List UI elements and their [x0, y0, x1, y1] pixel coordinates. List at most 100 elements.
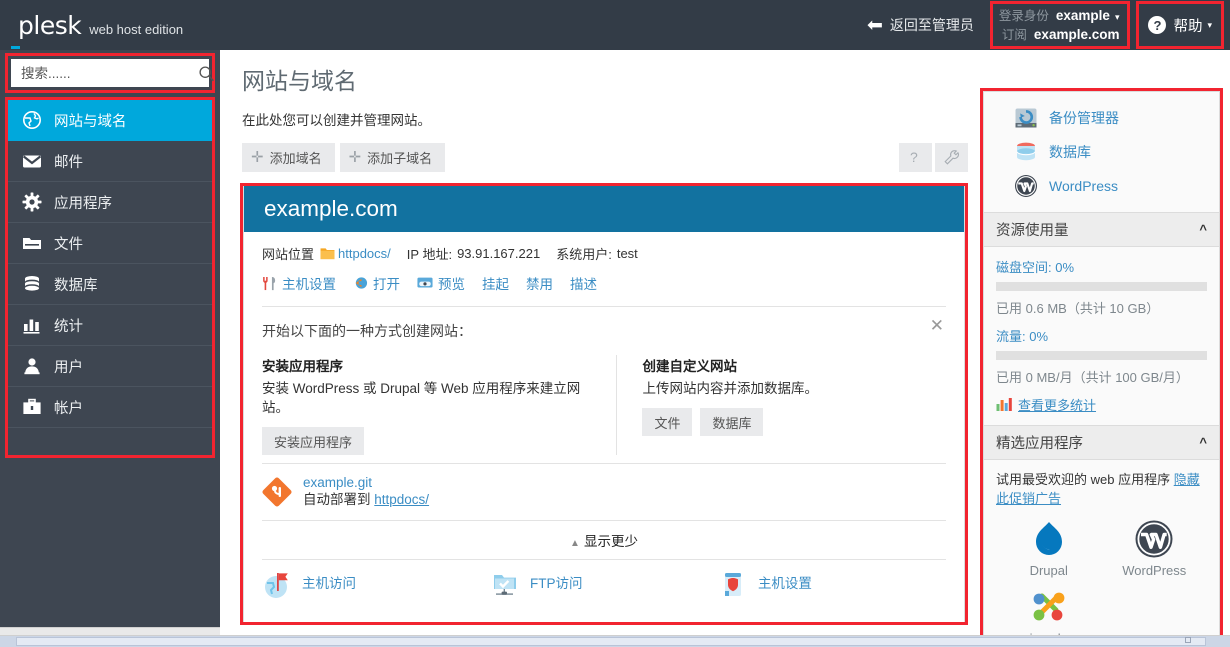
featured-app-drupal[interactable]: Drupal — [996, 518, 1102, 578]
right-sidebar: 备份管理器 数据库 WordPress 资源使用量 ^ 磁盘空间: 0% 已用 … — [983, 91, 1220, 637]
wrench-icon — [944, 150, 959, 165]
tile-hosting-settings[interactable]: 主机设置 — [718, 570, 946, 622]
sidebar-item-mail[interactable]: 邮件 — [8, 141, 212, 182]
content-toolbar: ✛ 添加域名 ✛ 添加子域名 ? — [242, 143, 968, 172]
shortcut-databases[interactable]: 数据库 — [984, 135, 1219, 169]
tile-ftp-access[interactable]: FTP访问 — [490, 570, 718, 622]
disk-space-label-row: 磁盘空间: 0% — [996, 257, 1207, 276]
svg-text:?: ? — [910, 149, 918, 165]
site-location-label: 网站位置 — [262, 247, 315, 262]
traffic-used-value: 0 MB/月（共计 100 GB/月） — [1025, 370, 1189, 385]
action-preview[interactable]: 预览 — [417, 273, 465, 293]
subscription-row[interactable]: 订阅 example.com — [999, 26, 1120, 44]
app-icon-wrap — [1102, 518, 1208, 560]
action-disable[interactable]: 禁用 — [526, 273, 553, 293]
featured-apps-grid: Drupal WordPress — [996, 518, 1207, 637]
promo-text: 试用最受欢迎的 web 应用程序 — [996, 472, 1174, 487]
domain-name[interactable]: example.com — [264, 196, 398, 222]
show-less-label: 显示更少 — [583, 534, 638, 549]
logo-text: plesk — [18, 10, 82, 40]
bar-chart-icon — [23, 319, 40, 334]
envelope-icon — [22, 155, 42, 168]
shortcut-wordpress[interactable]: WordPress — [984, 169, 1219, 203]
domain-card-header: example.com — [244, 186, 964, 232]
ip-address-value: 93.91.167.221 — [457, 246, 541, 261]
sidebar-horizontal-scrollbar[interactable] — [0, 627, 220, 635]
toolbar-settings-button[interactable] — [935, 143, 968, 172]
install-application-button[interactable]: 安装应用程序 — [262, 427, 365, 455]
install-app-text: 安装 WordPress 或 Drupal 等 Web 应用程序来建立网站。 — [262, 381, 581, 415]
logo-edition-text: web host edition — [89, 21, 184, 37]
login-label: 登录身份 — [998, 8, 1049, 23]
domain-actions-row: 主机设置 打开 预览 挂起 禁用 描述 — [262, 263, 946, 306]
sidebar-nav-filler — [8, 428, 212, 455]
chevron-up-icon[interactable]: ^ — [1199, 435, 1207, 450]
left-arrow-icon: ⬅ — [866, 14, 883, 36]
window-horizontal-scrollbar[interactable] — [0, 636, 1230, 647]
add-domain-button[interactable]: ✛ 添加域名 — [242, 143, 335, 172]
action-suspend[interactable]: 挂起 — [482, 273, 509, 293]
backup-icon — [1015, 108, 1037, 128]
install-app-title: 安装应用程序 — [262, 359, 343, 374]
sidebar-item-applications[interactable]: 应用程序 — [8, 182, 212, 223]
help-menu-button[interactable]: ? 帮助 ▾ — [1136, 1, 1224, 49]
chevron-up-icon[interactable]: ^ — [1199, 222, 1207, 237]
wordpress-icon — [1135, 520, 1173, 558]
resource-usage-header[interactable]: 资源使用量 ^ — [984, 213, 1219, 247]
left-sidebar: 网站与域名 邮件 应用程序 — [0, 50, 220, 635]
window-resize-grip[interactable] — [1185, 637, 1191, 643]
login-subscription-box[interactable]: 登录身份 example ▾ 订阅 example.com — [989, 1, 1131, 49]
question-mark-icon: ? — [1148, 16, 1167, 34]
close-icon[interactable]: ✕ — [930, 317, 944, 334]
view-more-statistics-link[interactable]: 查看更多统计 — [996, 395, 1207, 414]
show-less-toggle[interactable]: ▲ 显示更少 — [262, 521, 946, 559]
resource-usage-body: 磁盘空间: 0% 已用 0.6 MB（共计 10 GB） 流量: 0% 已用 0… — [984, 247, 1219, 425]
tools-icon — [263, 276, 276, 290]
chevron-down-icon[interactable]: ▾ — [1115, 9, 1120, 26]
top-bar: plesk web host edition ⬅ 返回至管理员 登录身份 exa… — [0, 0, 1230, 50]
sidebar-item-databases[interactable]: 数据库 — [8, 264, 212, 305]
toolbar-help-button[interactable]: ? — [899, 143, 932, 172]
search-icon[interactable] — [198, 65, 215, 82]
files-button[interactable]: 文件 — [642, 408, 693, 436]
add-subdomain-button[interactable]: ✛ 添加子域名 — [339, 143, 446, 172]
login-identity-row[interactable]: 登录身份 example ▾ — [999, 7, 1120, 26]
sidebar-item-account[interactable]: 帐户 — [8, 387, 212, 428]
domain-card-body: 网站位置 httpdocs/ IP 地址: 93.91.167.221 系统用户… — [244, 232, 964, 622]
sidebar-nav-highlight-box: 网站与域名 邮件 应用程序 文件 数据库 统计 用户 帐户 — [5, 97, 215, 458]
featured-app-wordpress[interactable]: WordPress — [1102, 518, 1208, 578]
shortcut-backup-manager[interactable]: 备份管理器 — [984, 101, 1219, 135]
action-open[interactable]: 打开 — [353, 273, 400, 293]
featured-applications-header[interactable]: 精选应用程序 ^ — [984, 426, 1219, 460]
action-hosting-settings[interactable]: 主机设置 — [262, 273, 336, 293]
action-description[interactable]: 描述 — [570, 273, 597, 293]
shortcuts-panel: 备份管理器 数据库 WordPress — [983, 91, 1220, 213]
window-scroll-thumb[interactable] — [16, 637, 1206, 646]
plesk-logo[interactable]: plesk web host edition — [11, 10, 184, 49]
tile-hosting-access[interactable]: 主机访问 — [262, 570, 490, 622]
site-location-value[interactable]: httpdocs/ — [338, 246, 391, 261]
featured-applications-panel: 精选应用程序 ^ 试用最受欢迎的 web 应用程序 隐藏此促销广告 Drupal… — [983, 426, 1220, 637]
tile-text: FTP访问 — [530, 570, 583, 592]
sidebar-item-label: 文件 — [54, 236, 83, 253]
sidebar-item-statistics[interactable]: 统计 — [8, 305, 212, 346]
app-icon-wrap — [996, 586, 1102, 628]
disk-space-used-row: 已用 0.6 MB（共计 10 GB） — [996, 298, 1207, 317]
search-box[interactable] — [11, 59, 214, 87]
page-subtitle: 在此处您可以创建并管理网站。 — [242, 113, 431, 128]
featured-app-joomla[interactable]: joomla — [996, 586, 1102, 637]
system-user-value: test — [616, 246, 638, 261]
sidebar-item-users[interactable]: 用户 — [8, 346, 212, 387]
sidebar-item-websites-domains[interactable]: 网站与域名 — [8, 100, 212, 141]
search-input[interactable] — [21, 65, 198, 81]
back-to-admin-link[interactable]: ⬅ 返回至管理员 — [867, 15, 974, 35]
git-repository-name[interactable]: example.git — [303, 474, 429, 491]
sidebar-item-files[interactable]: 文件 — [8, 223, 212, 264]
git-deploy-info: 自动部署到 httpdocs/ — [303, 491, 429, 509]
content-vertical-scroll-gutter[interactable] — [220, 50, 236, 635]
databases-button[interactable]: 数据库 — [700, 408, 764, 436]
disk-space-percent: 0% — [1055, 260, 1075, 275]
git-deploy-target[interactable]: httpdocs/ — [374, 492, 429, 507]
system-user-label: 系统用户: — [556, 247, 612, 262]
git-repository-row: example.git 自动部署到 httpdocs/ — [262, 464, 946, 520]
